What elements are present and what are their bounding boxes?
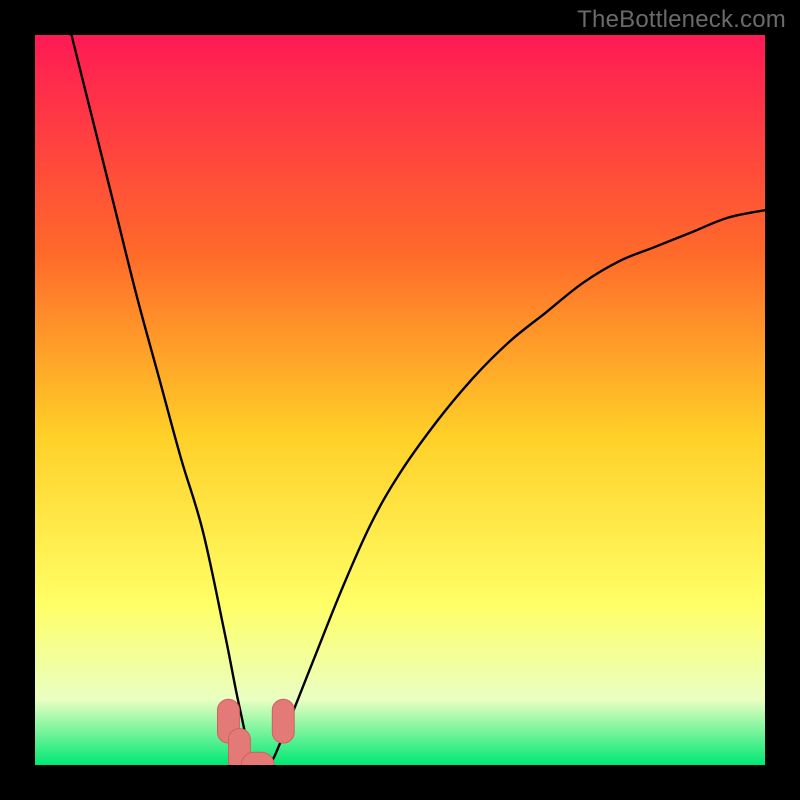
chart-svg [35, 35, 765, 765]
watermark-text: TheBottleneck.com [577, 6, 786, 34]
curve-marker [272, 699, 294, 743]
gradient-background [35, 35, 765, 765]
plot-area [35, 35, 765, 765]
chart-frame: TheBottleneck.com [0, 0, 800, 800]
